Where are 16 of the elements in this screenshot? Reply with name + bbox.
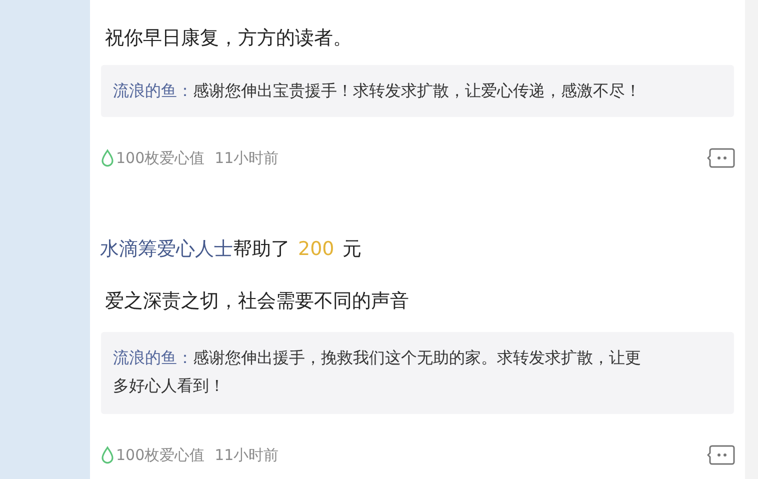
donor-name[interactable]: 水滴筹爱心人士 (100, 235, 233, 263)
donor-message: 祝你早日康复，方方的读者。 (104, 26, 353, 51)
currency-unit: 元 (342, 237, 362, 262)
comment-icon[interactable] (707, 147, 735, 169)
action-text: 帮助了 (233, 237, 290, 262)
comment-icon[interactable] (707, 444, 735, 466)
water-drop-icon (101, 149, 114, 167)
love-value: 100枚爱心值 (116, 148, 205, 169)
post-time: 11小时前 (214, 444, 279, 466)
donation-amount: 200 (298, 237, 334, 262)
love-value: 100枚爱心值 (116, 444, 205, 466)
reply-comment: 流浪的鱼：感谢您伸出宝贵援手！求转发求扩散，让爱心传递，感激不尽！ (113, 80, 642, 102)
water-drop-icon (101, 446, 114, 464)
reply-comment: 流浪的鱼：感谢您伸出援手，挽救我们这个无助的家。求转发求扩散，让更多好心人看到！ (113, 347, 642, 397)
post-time: 11小时前 (214, 148, 279, 169)
donor-message: 爱之深责之切，社会需要不同的声音 (104, 289, 410, 314)
